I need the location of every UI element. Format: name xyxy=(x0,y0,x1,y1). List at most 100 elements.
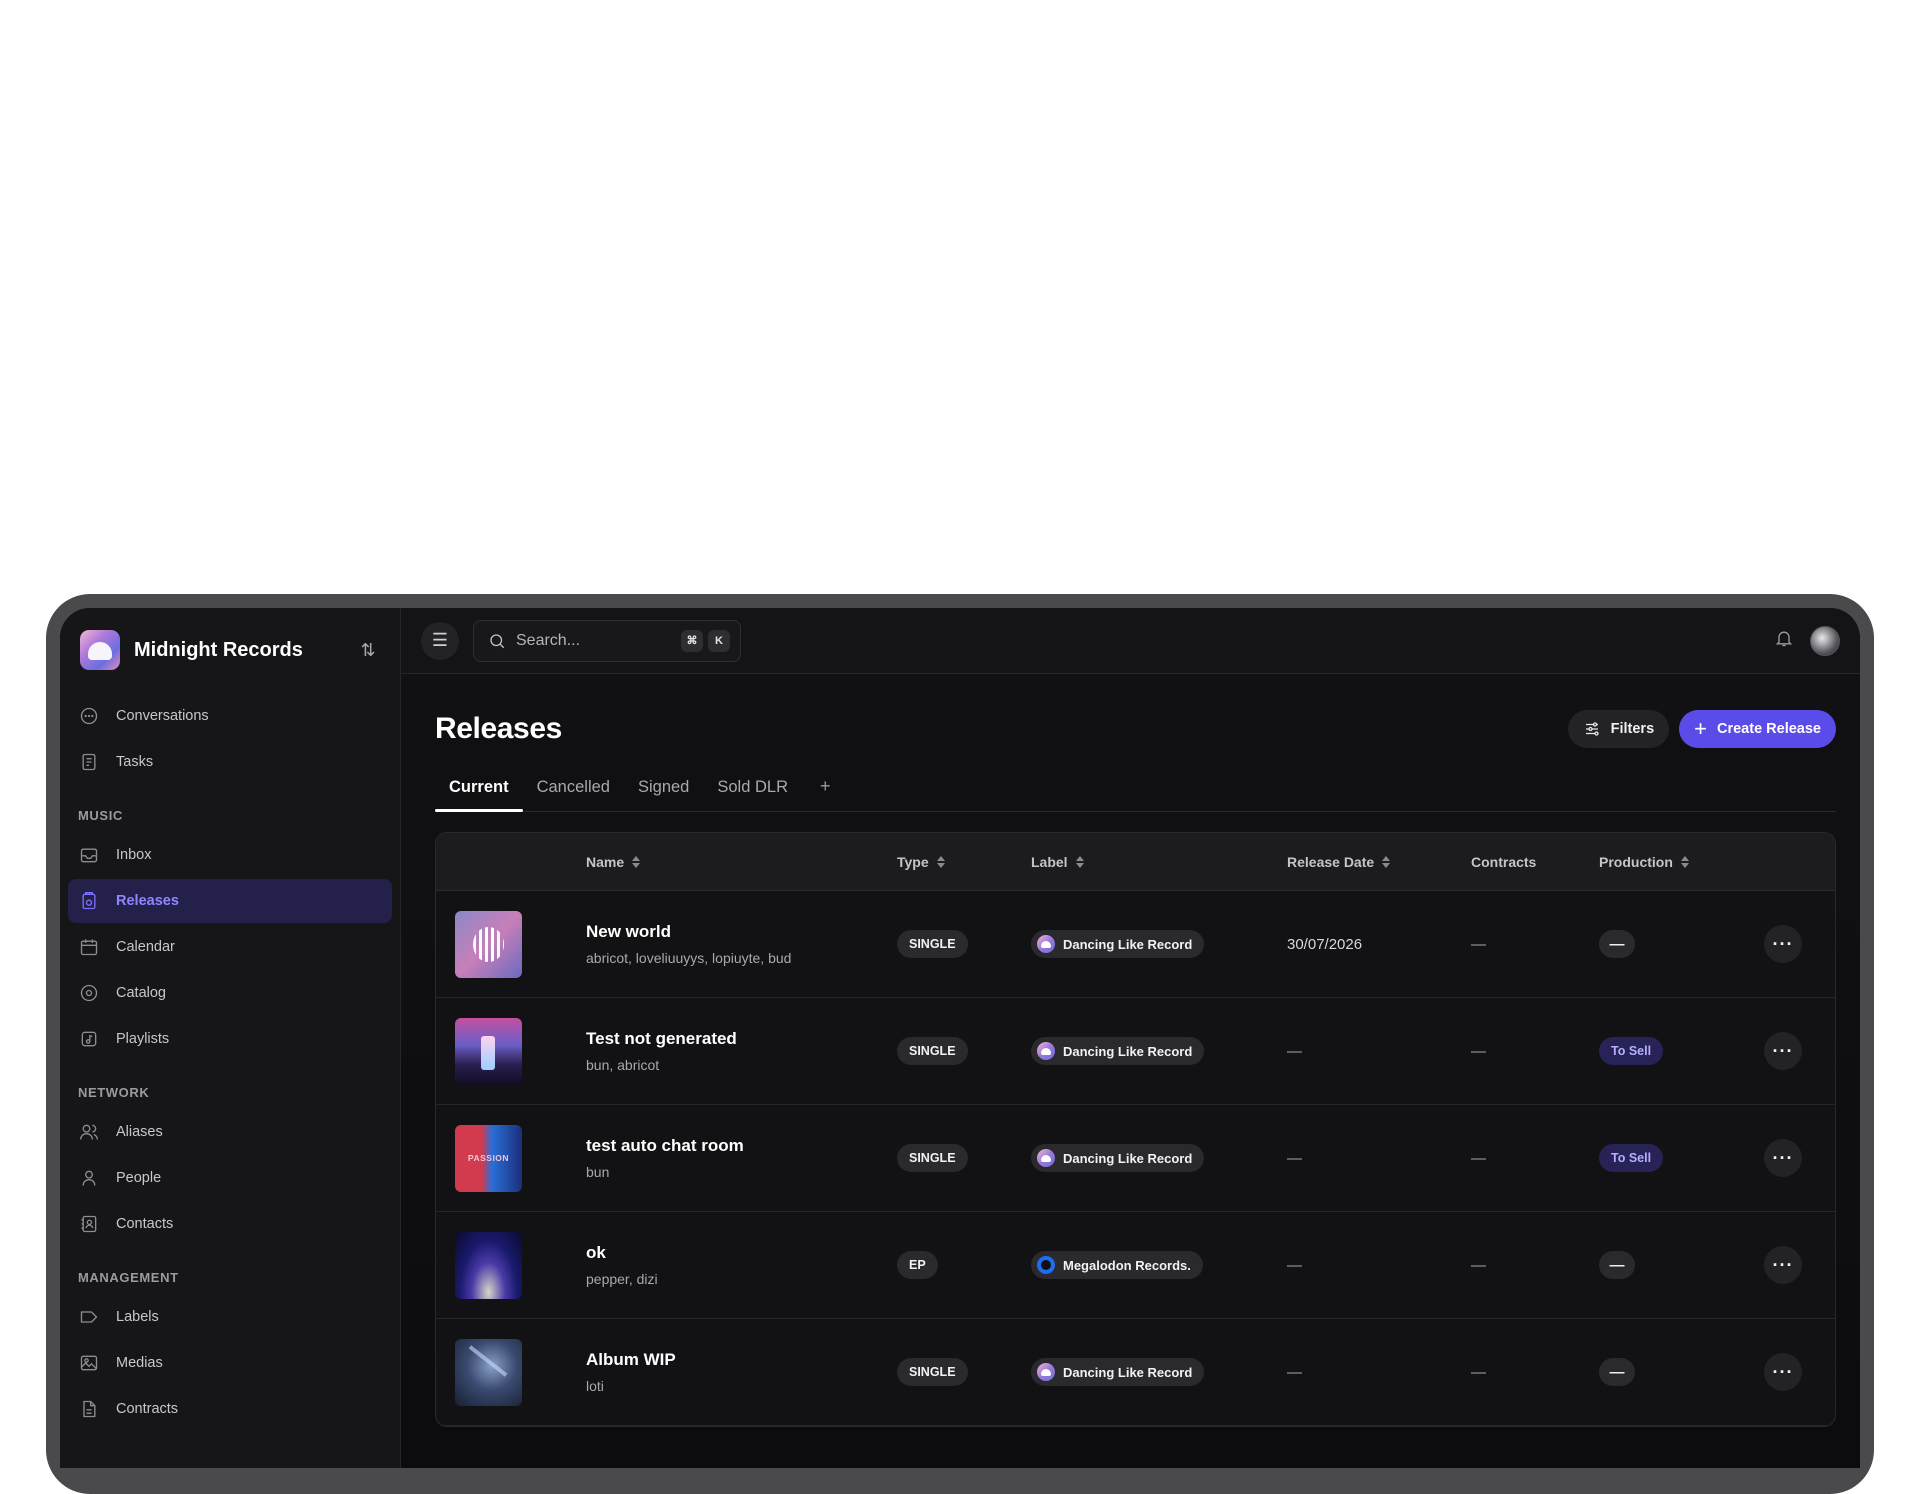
release-artists: loti xyxy=(586,1378,604,1394)
sort-icon xyxy=(936,855,945,868)
document-icon xyxy=(78,1398,100,1420)
plus-icon: + xyxy=(1694,716,1707,741)
topbar: ☰ Search... ⌘ K xyxy=(401,608,1860,674)
disc-icon xyxy=(78,982,100,1004)
sidebar-item-contracts[interactable]: Contracts xyxy=(68,1387,392,1431)
hamburger-icon: ☰ xyxy=(431,630,449,650)
menu-toggle-button[interactable]: ☰ xyxy=(421,621,459,660)
type-badge: SINGLE xyxy=(897,1144,968,1172)
release-artists: bun, abricot xyxy=(586,1057,660,1073)
type-badge: EP xyxy=(897,1251,938,1279)
release-name: Album WIP xyxy=(586,1350,676,1369)
shortcut-key-k: K xyxy=(708,629,730,652)
release-artwork xyxy=(455,1017,522,1085)
release-artwork xyxy=(455,1231,522,1299)
release-artists: pepper, dizi xyxy=(586,1271,658,1287)
releases-page: Releases Filters + Create Release Curren… xyxy=(401,674,1860,1468)
sidebar-item-medias[interactable]: Medias xyxy=(68,1341,392,1385)
column-header-name[interactable]: Name xyxy=(586,854,897,870)
notification-bell-icon[interactable] xyxy=(1774,628,1794,653)
create-release-button[interactable]: + Create Release xyxy=(1679,710,1836,748)
search-icon xyxy=(490,633,505,648)
sidebar-item-conversations[interactable]: Conversations xyxy=(68,694,392,738)
table-row[interactable]: New world abricot, loveliuuyys, lopiuyte,… xyxy=(436,891,1835,998)
tab-cancelled[interactable]: Cancelled xyxy=(523,778,624,811)
tab-sold-dlr[interactable]: Sold DLR xyxy=(703,778,802,811)
sidebar-item-inbox[interactable]: Inbox xyxy=(68,833,392,877)
sidebar-item-labels[interactable]: Labels xyxy=(68,1295,392,1339)
release-tabs: Current Cancelled Signed Sold DLR + xyxy=(435,764,1836,812)
production-status[interactable]: To Sell xyxy=(1599,1037,1664,1065)
contacts-icon xyxy=(78,1213,100,1235)
user-avatar[interactable] xyxy=(1810,625,1840,656)
page-title: Releases xyxy=(435,712,562,745)
add-tab-button[interactable]: + xyxy=(802,776,845,811)
label-logo-icon xyxy=(1037,1042,1055,1060)
sidebar-item-calendar[interactable]: Calendar xyxy=(68,925,392,969)
production-status[interactable]: — xyxy=(1599,930,1635,958)
tab-signed[interactable]: Signed xyxy=(624,778,703,811)
production-status[interactable]: To Sell xyxy=(1599,1144,1664,1172)
column-header-label[interactable]: Label xyxy=(1031,854,1287,870)
type-badge: SINGLE xyxy=(897,1358,968,1386)
sidebar-item-label: Calendar xyxy=(116,939,175,955)
person-icon xyxy=(78,1167,100,1189)
sidebar-item-contacts[interactable]: Contacts xyxy=(68,1202,392,1246)
brand-name: Midnight Records xyxy=(134,638,303,661)
release-date: — xyxy=(1287,1256,1302,1274)
sidebar-item-catalog[interactable]: Catalog xyxy=(68,971,392,1015)
sidebar-item-releases[interactable]: Releases xyxy=(68,879,392,923)
label-chip[interactable]: Megalodon Records. xyxy=(1031,1251,1203,1279)
sidebar-item-tasks[interactable]: Tasks xyxy=(68,740,392,784)
label-logo-icon xyxy=(1037,1149,1055,1167)
table-row[interactable]: Test not generated bun, abricot SINGLE Da… xyxy=(436,998,1835,1105)
column-header-release-date[interactable]: Release Date xyxy=(1287,854,1471,870)
column-header-type[interactable]: Type xyxy=(897,854,1031,870)
label-chip[interactable]: Dancing Like Record xyxy=(1031,930,1205,958)
sort-switch-icon[interactable]: ⇅ xyxy=(356,640,380,661)
sidebar: Midnight Records ⇅ Conversations Tasks M… xyxy=(60,608,401,1468)
tag-icon xyxy=(78,1306,100,1328)
task-icon xyxy=(78,751,100,773)
table-row[interactable]: test auto chat room bun SINGLE Dancing Li… xyxy=(436,1105,1835,1212)
label-logo-icon xyxy=(1037,1363,1055,1381)
column-header-production[interactable]: Production xyxy=(1599,854,1764,870)
more-options-button[interactable]: ··· xyxy=(1764,1139,1802,1177)
more-options-button[interactable]: ··· xyxy=(1764,1353,1802,1391)
sidebar-item-label: People xyxy=(116,1170,162,1186)
more-options-button[interactable]: ··· xyxy=(1764,1032,1802,1070)
release-icon xyxy=(78,890,100,912)
shortcut-key-cmd: ⌘ xyxy=(681,629,703,652)
type-badge: SINGLE xyxy=(897,930,968,958)
label-logo-icon xyxy=(1037,935,1055,953)
sidebar-item-people[interactable]: People xyxy=(68,1156,392,1200)
production-status[interactable]: — xyxy=(1599,1358,1635,1386)
sidebar-item-label: Contracts xyxy=(116,1401,179,1417)
contracts-value: — xyxy=(1471,1256,1486,1274)
sidebar-item-label: Labels xyxy=(116,1309,159,1325)
production-status[interactable]: — xyxy=(1599,1251,1635,1279)
label-chip[interactable]: Dancing Like Record xyxy=(1031,1358,1205,1386)
more-options-button[interactable]: ··· xyxy=(1764,1246,1802,1284)
sidebar-section-management: MANAGEMENT xyxy=(78,1270,179,1285)
search-input[interactable]: Search... ⌘ K xyxy=(473,619,741,662)
sidebar-item-playlists[interactable]: Playlists xyxy=(68,1017,392,1061)
label-chip[interactable]: Dancing Like Record xyxy=(1031,1037,1205,1065)
more-options-button[interactable]: ··· xyxy=(1764,925,1802,963)
playlist-icon xyxy=(78,1028,100,1050)
release-date: — xyxy=(1287,1363,1302,1381)
sidebar-item-label: Aliases xyxy=(116,1124,163,1140)
sort-icon xyxy=(1382,855,1391,868)
label-chip[interactable]: Dancing Like Record xyxy=(1031,1144,1205,1172)
create-release-label: Create Release xyxy=(1717,721,1821,737)
release-name: New world xyxy=(586,922,672,941)
filters-button[interactable]: Filters xyxy=(1567,710,1670,748)
sidebar-item-aliases[interactable]: Aliases xyxy=(68,1110,392,1154)
release-date: — xyxy=(1287,1149,1302,1167)
sidebar-item-label: Catalog xyxy=(116,985,166,1001)
workspace-switcher[interactable]: Midnight Records ⇅ xyxy=(60,608,400,692)
table-row[interactable]: ok pepper, dizi EP Megalodon Records. — —… xyxy=(436,1212,1835,1319)
tab-current[interactable]: Current xyxy=(435,778,523,812)
table-row[interactable]: Album WIP loti SINGLE Dancing Like Record… xyxy=(436,1319,1835,1426)
release-artwork xyxy=(455,1338,522,1406)
